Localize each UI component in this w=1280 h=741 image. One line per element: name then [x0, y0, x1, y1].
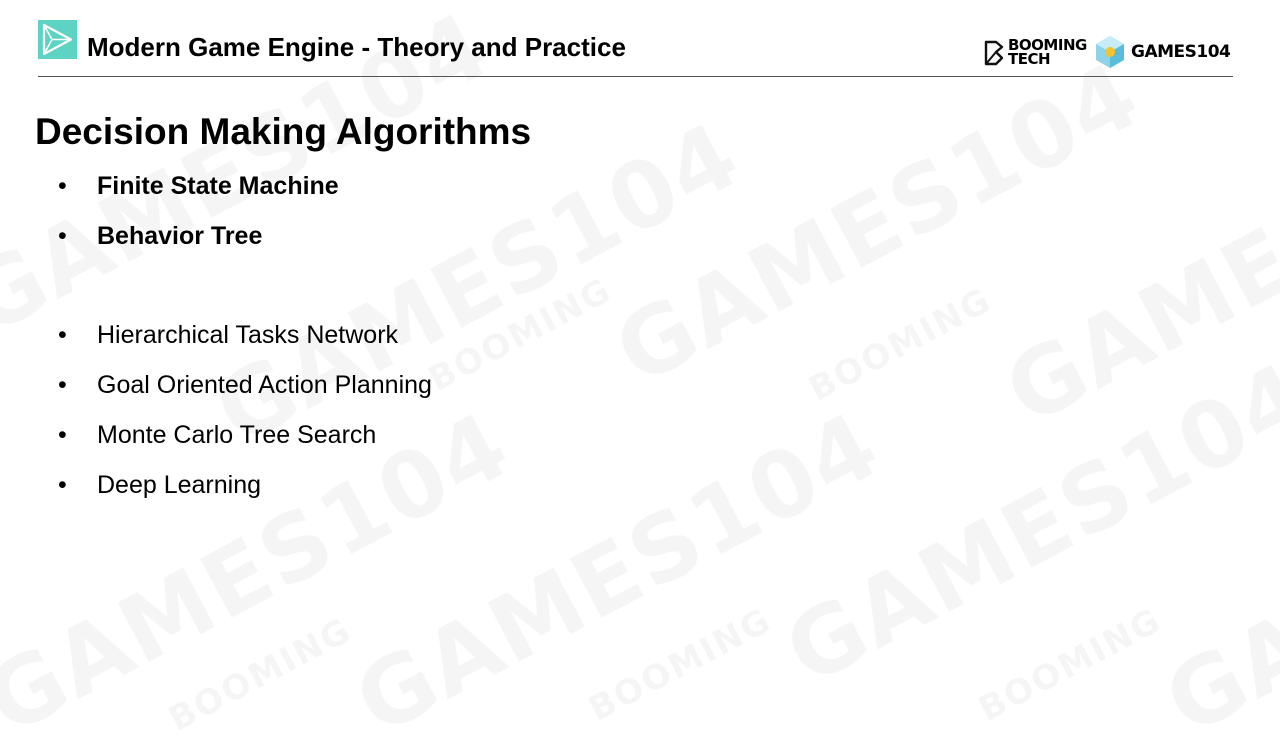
- slide-heading: Decision Making Algorithms: [35, 111, 532, 152]
- watermark: BOOMING: [975, 605, 1166, 726]
- list-item-label: Goal Oriented Action Planning: [97, 371, 432, 399]
- bullet-glyph: •: [58, 471, 67, 499]
- bullet-glyph: •: [58, 421, 67, 449]
- watermark: GAMES104: [989, 81, 1280, 446]
- watermark: BOOMING: [805, 285, 996, 406]
- games104-wordmark: GAMES104: [1131, 42, 1231, 62]
- watermark: GAMES104: [599, 41, 1157, 406]
- watermark: GAMES104: [339, 391, 897, 741]
- games104-cube-icon: [1096, 36, 1124, 68]
- header-divider: [38, 76, 1233, 77]
- list-item-label: Hierarchical Tasks Network: [97, 321, 399, 349]
- watermark: BOOMING: [585, 605, 776, 726]
- booming-tech-icon: [984, 40, 1004, 66]
- watermark: GAMES104: [769, 341, 1280, 706]
- bullet-glyph: •: [58, 321, 67, 349]
- booming-tech-wordmark: BOOMING TECH: [1008, 36, 1087, 68]
- list-item-label: Deep Learning: [97, 471, 262, 499]
- list-item-label: Behavior Tree: [97, 222, 263, 250]
- watermark: BOOMING: [425, 275, 616, 396]
- list-item-label: Monte Carlo Tree Search: [97, 421, 377, 449]
- course-logo-icon: [38, 20, 77, 59]
- slide-header: Modern Game Engine - Theory and Practice…: [0, 0, 1280, 78]
- watermark: GAMES104: [199, 101, 757, 466]
- bullet-glyph: •: [58, 222, 67, 250]
- list-item-label: Finite State Machine: [97, 172, 339, 200]
- watermark: GAMES104: [1149, 391, 1280, 741]
- bullet-glyph: •: [58, 371, 67, 399]
- course-title: Modern Game Engine - Theory and Practice: [87, 32, 626, 62]
- bullet-glyph: •: [58, 172, 67, 200]
- watermark: BOOMING: [165, 615, 356, 736]
